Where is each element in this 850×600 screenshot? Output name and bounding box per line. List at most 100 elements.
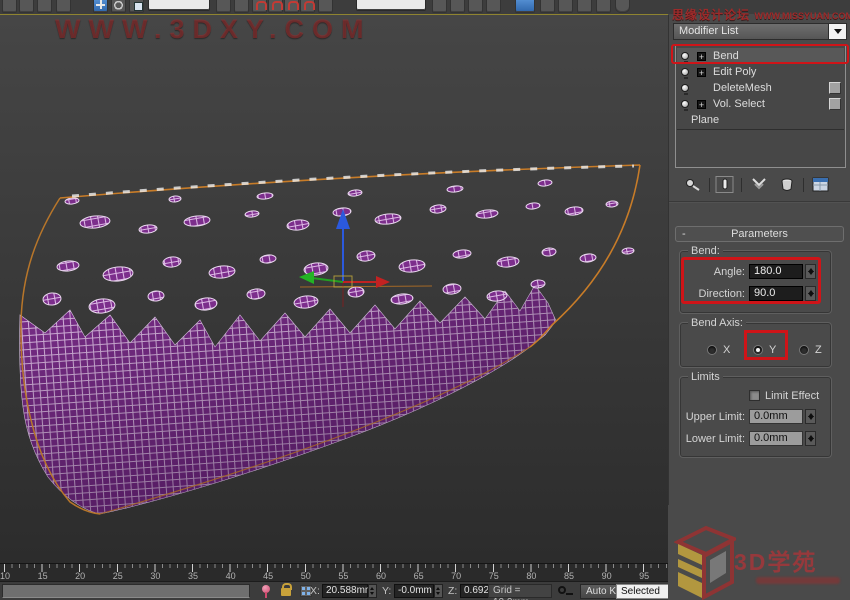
timeline-ruler[interactable]: 101520253035404550556065707580859095 — [0, 563, 672, 581]
window-crossing-icon[interactable] — [37, 0, 52, 13]
axis-z-radio[interactable] — [799, 345, 809, 355]
select-and-manipulate-icon[interactable] — [234, 0, 249, 13]
modifier-onoff-bulb-icon[interactable] — [681, 100, 689, 108]
timeline-frame-label: 85 — [564, 571, 574, 581]
edit-named-selections-icon[interactable] — [318, 0, 333, 13]
annotation-box-axis-y — [744, 330, 788, 360]
watermark-missyuan-cn: 思缘设计论坛 — [672, 8, 750, 22]
modifier-onoff-bulb-icon[interactable] — [681, 84, 689, 92]
make-unique-icon[interactable] — [749, 176, 771, 194]
axis-z-label: Z — [815, 342, 822, 358]
x-coordinate-label: X: — [310, 585, 320, 597]
y-spinner[interactable] — [434, 584, 443, 598]
watermark-missyuan: 思缘设计论坛 WWW.MISSYUAN.COM — [672, 6, 850, 24]
modifier-square-button[interactable] — [829, 98, 841, 110]
remove-modifier-icon[interactable] — [777, 176, 799, 194]
y-coordinate-field[interactable]: -0.0mm — [394, 584, 434, 598]
graphite-ribbon-icon[interactable] — [486, 0, 501, 13]
selection-lock-icon[interactable] — [281, 588, 291, 596]
stack-row-deletemesh[interactable]: DeleteMesh — [677, 80, 844, 96]
use-center-icon[interactable] — [216, 0, 231, 13]
stack-row-vol-select[interactable]: + Vol. Select — [677, 96, 844, 112]
timeline-frame-label: 10 — [0, 571, 10, 581]
schematic-view-icon[interactable] — [540, 0, 555, 13]
rollout-title: Parameters — [731, 228, 788, 240]
timeline-frame-label: 70 — [451, 571, 461, 581]
configure-modifier-sets-icon[interactable] — [811, 176, 833, 194]
set-key-icon[interactable] — [558, 586, 566, 594]
percent-snap-icon[interactable] — [284, 0, 299, 13]
select-and-scale-icon[interactable] — [129, 0, 144, 13]
timeline-frame-label: 25 — [113, 571, 123, 581]
spinner-snap-icon[interactable] — [300, 0, 315, 13]
stack-row-edit-poly[interactable]: + Edit Poly — [677, 64, 844, 80]
named-selection-dropdown[interactable] — [356, 0, 426, 11]
lower-limit-field[interactable]: 0.0mm — [749, 431, 803, 446]
timeline-frame-label: 50 — [301, 571, 311, 581]
dropdown-arrow-icon[interactable] — [828, 24, 846, 39]
show-end-result-icon[interactable] — [715, 176, 737, 194]
stack-row-plane[interactable]: Plane — [677, 112, 844, 128]
watermark-3dxy: WWW.3DXY.COM — [55, 14, 372, 45]
curve-editor-icon[interactable] — [515, 0, 535, 13]
watermark-3d-school-logo: 3D学苑 — [668, 505, 850, 600]
limit-effect-checkbox[interactable] — [749, 390, 760, 401]
layer-manager-icon[interactable] — [468, 0, 483, 13]
timeline-frame-label: 65 — [414, 571, 424, 581]
align-icon[interactable] — [450, 0, 465, 13]
bend-group-label: Bend: — [688, 245, 723, 257]
modifier-label: Vol. Select — [713, 96, 765, 112]
upper-limit-spinner[interactable] — [805, 409, 816, 424]
modifier-onoff-bulb-icon[interactable] — [681, 68, 689, 76]
y-coordinate-label: Y: — [382, 585, 391, 597]
perspective-viewport[interactable] — [0, 15, 668, 563]
stack-toolbar — [675, 176, 846, 196]
pin-stack-icon[interactable] — [683, 176, 705, 194]
collapse-icon[interactable]: - — [682, 227, 686, 241]
limit-effect-label: Limit Effect — [765, 388, 819, 404]
timeline-frame-label: 80 — [526, 571, 536, 581]
z-coordinate-label: Z: — [448, 585, 457, 597]
mesh-islands — [42, 179, 634, 314]
lower-limit-spinner[interactable] — [805, 431, 816, 446]
viewport-canvas — [0, 15, 668, 563]
expand-plus-icon[interactable]: + — [697, 68, 706, 77]
snap-toggle-icon[interactable] — [252, 0, 267, 13]
rectangular-selection-region-icon[interactable] — [19, 0, 34, 13]
timeline-frame-label: 30 — [150, 571, 160, 581]
modifier-square-button[interactable] — [829, 82, 841, 94]
keyboard-override-icon[interactable] — [262, 585, 270, 593]
prompt-line — [2, 584, 250, 598]
rendered-frame-window-icon[interactable] — [596, 0, 611, 13]
expand-plus-icon[interactable]: + — [697, 100, 706, 109]
bent-plane-object[interactable] — [20, 165, 640, 514]
gizmo-y-axis[interactable] — [312, 278, 343, 282]
modifier-label: DeleteMesh — [713, 80, 772, 96]
upper-limit-field[interactable]: 0.0mm — [749, 409, 803, 424]
lower-limit-label: Lower Limit: — [681, 431, 745, 447]
timeline-frame-label: 35 — [188, 571, 198, 581]
select-and-move-icon[interactable] — [93, 0, 108, 13]
render-production-icon[interactable] — [615, 0, 630, 13]
reference-coordinate-dropdown[interactable] — [148, 0, 210, 11]
material-editor-icon[interactable] — [558, 0, 573, 13]
axis-x-radio[interactable] — [707, 345, 717, 355]
limits-group-label: Limits — [688, 371, 723, 383]
annotation-box-angle-direction — [681, 257, 821, 304]
parameters-rollout-header[interactable]: - Parameters — [675, 226, 844, 242]
mirror-icon[interactable] — [432, 0, 447, 13]
x-coordinate-field[interactable]: 20.588mm — [322, 584, 368, 598]
angle-snap-icon[interactable] — [268, 0, 283, 13]
select-object-icon[interactable] — [2, 0, 17, 13]
select-and-rotate-icon[interactable] — [111, 0, 126, 13]
modifier-list-dropdown[interactable]: Modifier List — [673, 23, 847, 40]
grid-size-display: Grid = 10.0mm — [488, 584, 552, 598]
bend-gizmo-line — [300, 286, 432, 287]
render-setup-icon[interactable] — [577, 0, 592, 13]
timeline-frame-label: 45 — [263, 571, 273, 581]
selection-set-dropdown[interactable]: Selected — [616, 584, 672, 599]
x-spinner[interactable] — [368, 584, 377, 598]
panel-separator — [669, 201, 850, 203]
selection-filter-icon[interactable] — [56, 0, 71, 13]
mesh-shading — [20, 285, 556, 514]
